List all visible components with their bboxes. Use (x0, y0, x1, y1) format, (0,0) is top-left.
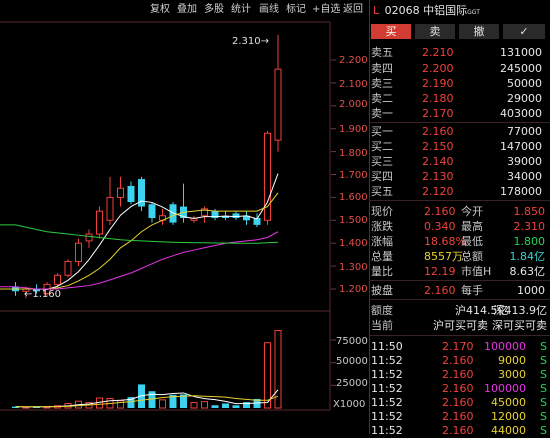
candle-body (64, 261, 72, 276)
bid-row[interactable]: 买五 2.120 178000 (369, 184, 550, 199)
back-button[interactable]: 返回 (343, 4, 363, 16)
divider (369, 280, 550, 281)
candle-body (127, 185, 135, 202)
quote-row: 涨跌 0.340 最高 2.310 (371, 220, 545, 233)
candle-body (85, 233, 93, 242)
price-tick: 2.200 (339, 55, 368, 66)
candle-body (232, 213, 240, 219)
kline-chart[interactable] (0, 0, 368, 434)
volume-bar (264, 342, 271, 409)
restore-rights-button[interactable]: 复权 (150, 4, 170, 16)
quota-row: 额度 沪414.5亿 深413.9亿 (371, 304, 547, 317)
price-tick: 2.100 (339, 79, 368, 90)
overlay-button[interactable]: 叠加 (177, 4, 197, 16)
volume-tick: 75000 (336, 336, 368, 347)
quote-row: 现价 2.160 今开 1.850 (371, 205, 545, 218)
volume-tick: 50000 (336, 356, 368, 367)
high-arrow-icon: → (260, 36, 270, 47)
bid-row[interactable]: 买二 2.150 147000 (369, 139, 550, 154)
tab-cancel[interactable]: 撤 (459, 24, 499, 39)
divider (369, 335, 550, 336)
ask-row[interactable]: 卖二 2.180 29000 (369, 91, 550, 106)
price-tick: 1.700 (339, 170, 368, 181)
volume-bar (201, 401, 208, 409)
divider (369, 122, 550, 123)
multi-stock-button[interactable]: 多股 (204, 4, 224, 16)
trade-row: 11:52 2.160 44000 S (371, 424, 547, 437)
price-tick: 2.000 (339, 99, 368, 110)
stock-marker: L (373, 4, 380, 17)
current-row: 当前 沪可买可卖 深可买可卖 (371, 319, 547, 332)
tab-buy[interactable]: 买 (371, 24, 411, 39)
tab-confirm[interactable]: ✓ (503, 24, 545, 39)
candle-body (117, 187, 124, 198)
divider (369, 200, 550, 201)
trade-row: 11:52 2.160 45000 S (371, 396, 547, 409)
stock-header: L 02068 中铝国际GGT (373, 4, 480, 20)
price-tick: 1.400 (339, 238, 368, 249)
trade-row: 11:52 2.160 3000 S (371, 368, 547, 381)
add-watchlist-button[interactable]: +自选 (312, 4, 340, 16)
price-tick: 1.800 (339, 148, 368, 159)
price-tick: 1.900 (339, 124, 368, 135)
low-annotation: ←1.160 (24, 289, 61, 300)
volume-ma-line (15, 395, 279, 408)
price-tick: 1.600 (339, 192, 368, 203)
ask-row[interactable]: 卖一 2.170 403000 (369, 106, 550, 121)
volume-bar (190, 402, 198, 409)
volume-bar (211, 405, 219, 408)
ask-row[interactable]: 卖三 2.190 50000 (369, 76, 550, 91)
candle-body (75, 242, 82, 263)
ggt-tag: GGT (467, 9, 480, 16)
price-tick: 1.300 (339, 262, 368, 273)
trade-row: 11:52 2.160 12000 S (371, 410, 547, 423)
stock-code-name: 02068 中铝国际 (384, 4, 468, 17)
candle-body (96, 210, 103, 235)
low-price-label: 1.160 (32, 289, 62, 300)
candle-body (106, 196, 114, 221)
bid-row[interactable]: 买一 2.160 77000 (369, 124, 550, 139)
trade-row: 11:52 2.160 9000 S (371, 354, 547, 367)
price-tick: 1.200 (339, 284, 368, 295)
volume-unit: X1000 (333, 399, 366, 410)
volume-bar (222, 403, 229, 408)
quote-row: 量比 12.19 市值H 8.63亿 (371, 265, 545, 278)
bid-row[interactable]: 买四 2.130 34000 (369, 169, 550, 184)
high-price-label: 2.310 (232, 36, 261, 47)
trade-row: 11:50 2.170 100000 S (371, 340, 547, 353)
volume-tick: 25000 (336, 378, 368, 389)
candle-body (274, 68, 282, 141)
statistics-button[interactable]: 统计 (231, 4, 251, 16)
high-annotation: 2.310→ (232, 36, 269, 47)
volume-bar (159, 399, 166, 409)
ask-row[interactable]: 卖四 2.200 245000 (369, 61, 550, 76)
bid-row[interactable]: 买三 2.140 39000 (369, 154, 550, 169)
lot-row: 披盘 2.160 每手 1000 (371, 284, 545, 297)
candle-body (148, 204, 156, 219)
volume-bar (117, 400, 124, 409)
draw-line-button[interactable]: 画线 (259, 4, 279, 16)
trade-row: 11:52 2.160 100000 S (371, 382, 547, 395)
quote-panel: L 02068 中铝国际GGT 买 卖 撤 ✓ 卖五 2.210 131000 卖四… (369, 0, 550, 437)
volume-bar (232, 405, 240, 408)
quote-row: 涨幅 18.68% 最低 1.800 (371, 235, 545, 248)
quote-row: 总量 8557万 总额 1.84亿 (371, 250, 545, 263)
ask-row[interactable]: 卖五 2.210 131000 (369, 45, 550, 60)
price-tick: 1.500 (339, 215, 368, 226)
tab-sell[interactable]: 卖 (415, 24, 455, 39)
divider (369, 299, 550, 300)
candle-body (54, 274, 61, 285)
mark-button[interactable]: 标记 (286, 4, 306, 16)
